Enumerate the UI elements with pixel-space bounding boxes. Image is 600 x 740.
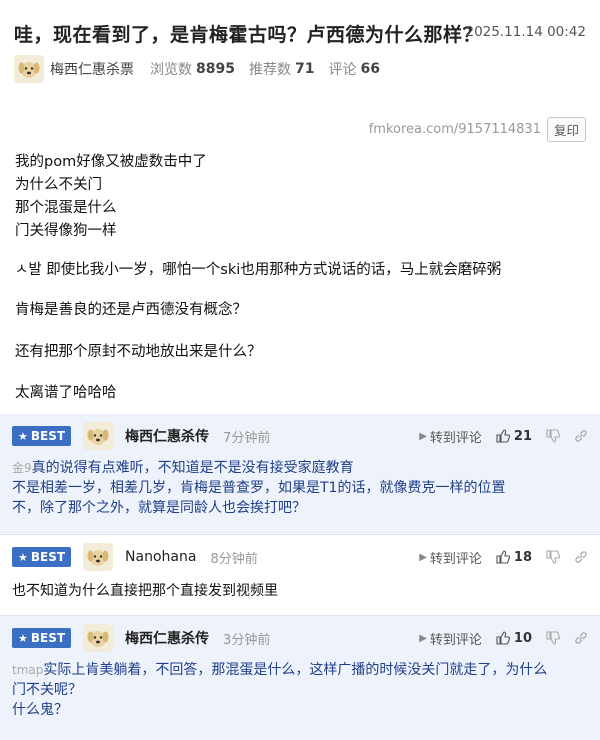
go-to-comment-label: 转到评论 [429,551,482,567]
comment-author[interactable]: Nanohana [125,549,196,565]
dislike-button[interactable] [546,550,560,564]
like-button[interactable]: 18 [496,550,532,565]
reply-reference[interactable]: tmap [12,663,43,677]
comments-label: 评论 [328,62,357,78]
dislike-button[interactable] [546,429,560,443]
post-url-bar: fmkorea.com/9157114831 复印 [369,117,586,142]
go-to-comment-button[interactable]: ▶ 转到评论 [419,427,482,446]
author-avatar-icon[interactable] [14,55,44,83]
commenter-avatar-icon[interactable] [83,422,114,450]
best-badge-label: BEST [30,550,66,564]
star-icon: ★ [18,631,28,645]
arrow-right-icon: ▶ [419,632,427,644]
go-to-comment-button[interactable]: ▶ 转到评论 [419,548,482,567]
comment-line: 门不关呢？ [12,682,82,698]
comment-header: ★ BEST 梅西仁惠杀传 3分钟前 ▶ 转到评论 10 [12,622,588,654]
post-date: 2025.11.14 00:42 [465,24,587,40]
comment-item: ★ BEST Nanohana 8分钟前 ▶ 转到评论 18 也不知道为什么直接… [0,535,600,615]
best-comments-list: ★ BEST 梅西仁惠杀传 7分钟前 ▶ 转到评论 21 金9真的说得有点难听，… [0,414,600,740]
comment-time: 8分钟前 [210,551,258,567]
comment-item: ★ BEST 梅西仁惠杀传 7分钟前 ▶ 转到评论 21 金9真的说得有点难听，… [0,414,600,534]
comment-line: tmap实际上肯美躺着，不回答，那混蛋是什么，这样广播的时候没关门就走了，为什么 [12,660,586,680]
comment-body: 金9真的说得有点难听，不知道是不是没有接受家庭教育 不是相差一岁，相差几岁，肯梅… [12,458,586,518]
arrow-right-icon: ▶ [419,551,427,563]
thumbs-up-icon [496,429,510,443]
like-count: 10 [513,630,532,646]
best-badge-label: BEST [30,631,66,645]
commenter-avatar-icon[interactable] [83,624,114,652]
thumbs-down-icon [546,631,560,645]
like-count: 18 [513,549,532,565]
like-button[interactable]: 10 [496,631,532,646]
star-icon: ★ [18,550,28,564]
arrow-right-icon: ▶ [419,430,427,442]
views-label: 浏览数 [150,62,192,78]
article-line: 门关得像狗一样 [15,223,117,239]
comment-author[interactable]: 梅西仁惠杀传 [125,628,209,648]
link-button[interactable] [574,631,588,645]
comment-actions: ▶ 转到评论 21 [419,427,588,446]
go-to-comment-button[interactable]: ▶ 转到评论 [419,629,482,648]
comment-line-text: 实际上肯美躺着，不回答，那混蛋是什么，这样广播的时候没关门就走了，为什么 [43,662,548,678]
recommend-count: 71 [294,61,315,77]
like-count: 21 [513,428,532,444]
post-title: 哇，现在看到了，是肯梅霍古吗？卢西德为什么那样？ [14,24,483,46]
comment-line: 什么鬼？ [12,702,68,718]
best-badge-label: BEST [30,429,66,443]
post-meta: 梅西仁惠杀票 浏览数 8895 推荐数 71 评论 66 [14,54,394,84]
article-line: ㅅ발 即使比我小一岁，哪怕一个ski也用那种方式说话的话，马上就会磨碎粥 [15,262,502,278]
comment-time: 7分钟前 [223,430,271,446]
link-icon [575,551,587,563]
thumbs-up-icon [496,550,510,564]
like-button[interactable]: 21 [496,429,532,444]
comment-actions: ▶ 转到评论 18 [419,548,588,567]
comment-line-text: 真的说得有点难听，不知道是不是没有接受家庭教育 [31,460,354,476]
thumbs-down-icon [546,550,560,564]
article-line: 肯梅是善良的还是卢西德没有概念？ [15,302,247,318]
comment-body: 也不知道为什么直接把那个直接发到视频里 [12,581,586,601]
comment-time: 3分钟前 [223,632,271,648]
comment-line: 也不知道为什么直接把那个直接发到视频里 [12,583,278,599]
best-badge: ★ BEST [12,628,72,648]
post-header: 哇，现在看到了，是肯梅霍古吗？卢西德为什么那样？ 2025.11.14 00:4… [0,0,600,94]
article-line: 为什么不关门 [15,177,102,193]
comment-body: tmap实际上肯美躺着，不回答，那混蛋是什么，这样广播的时候没关门就走了，为什么… [12,660,586,720]
comment-item: ★ BEST 梅西仁惠杀传 3分钟前 ▶ 转到评论 10 tmap实际上肯美躺着… [0,616,600,740]
star-icon: ★ [18,429,28,443]
dislike-button[interactable] [546,631,560,645]
go-to-comment-label: 转到评论 [429,632,482,648]
best-badge: ★ BEST [12,547,72,567]
link-button[interactable] [574,429,588,443]
link-icon [575,430,587,442]
reply-reference[interactable]: 金9 [12,461,32,475]
article-line: 那个混蛋是什么 [15,200,117,216]
link-button[interactable] [574,550,588,564]
thumbs-up-icon [496,631,510,645]
post-url[interactable]: fmkorea.com/9157114831 [369,122,541,137]
comment-line: 不，除了那个之外，就算是同龄人也会挨打吧？ [12,500,306,516]
recommend-label: 推荐数 [248,62,291,78]
comment-header: ★ BEST Nanohana 8分钟前 ▶ 转到评论 18 [12,541,588,573]
thumbs-down-icon [546,429,560,443]
copy-url-button[interactable]: 复印 [546,117,586,142]
link-icon [575,632,587,644]
best-badge: ★ BEST [12,426,72,446]
comment-header: ★ BEST 梅西仁惠杀传 7分钟前 ▶ 转到评论 21 [12,420,588,452]
comment-author[interactable]: 梅西仁惠杀传 [125,426,209,446]
go-to-comment-label: 转到评论 [429,430,482,446]
post-author[interactable]: 梅西仁惠杀票 [50,59,134,79]
article-line: 太离谱了哈哈哈 [15,385,117,401]
article-line: 还有把那个原封不动地放出来是什么？ [15,344,262,360]
article-line: 我的pom好像又被虚数击中了 [15,154,207,170]
commenter-avatar-icon[interactable] [83,543,114,571]
comment-actions: ▶ 转到评论 10 [419,629,588,648]
views-count: 8895 [196,61,235,77]
comments-count: 66 [360,61,380,77]
comment-line: 不是相差一岁，相差几岁，肯梅是普查罗，如果是T1的话，就像费克一样的位置 [12,480,506,496]
comment-line: 金9真的说得有点难听，不知道是不是没有接受家庭教育 [12,458,586,478]
